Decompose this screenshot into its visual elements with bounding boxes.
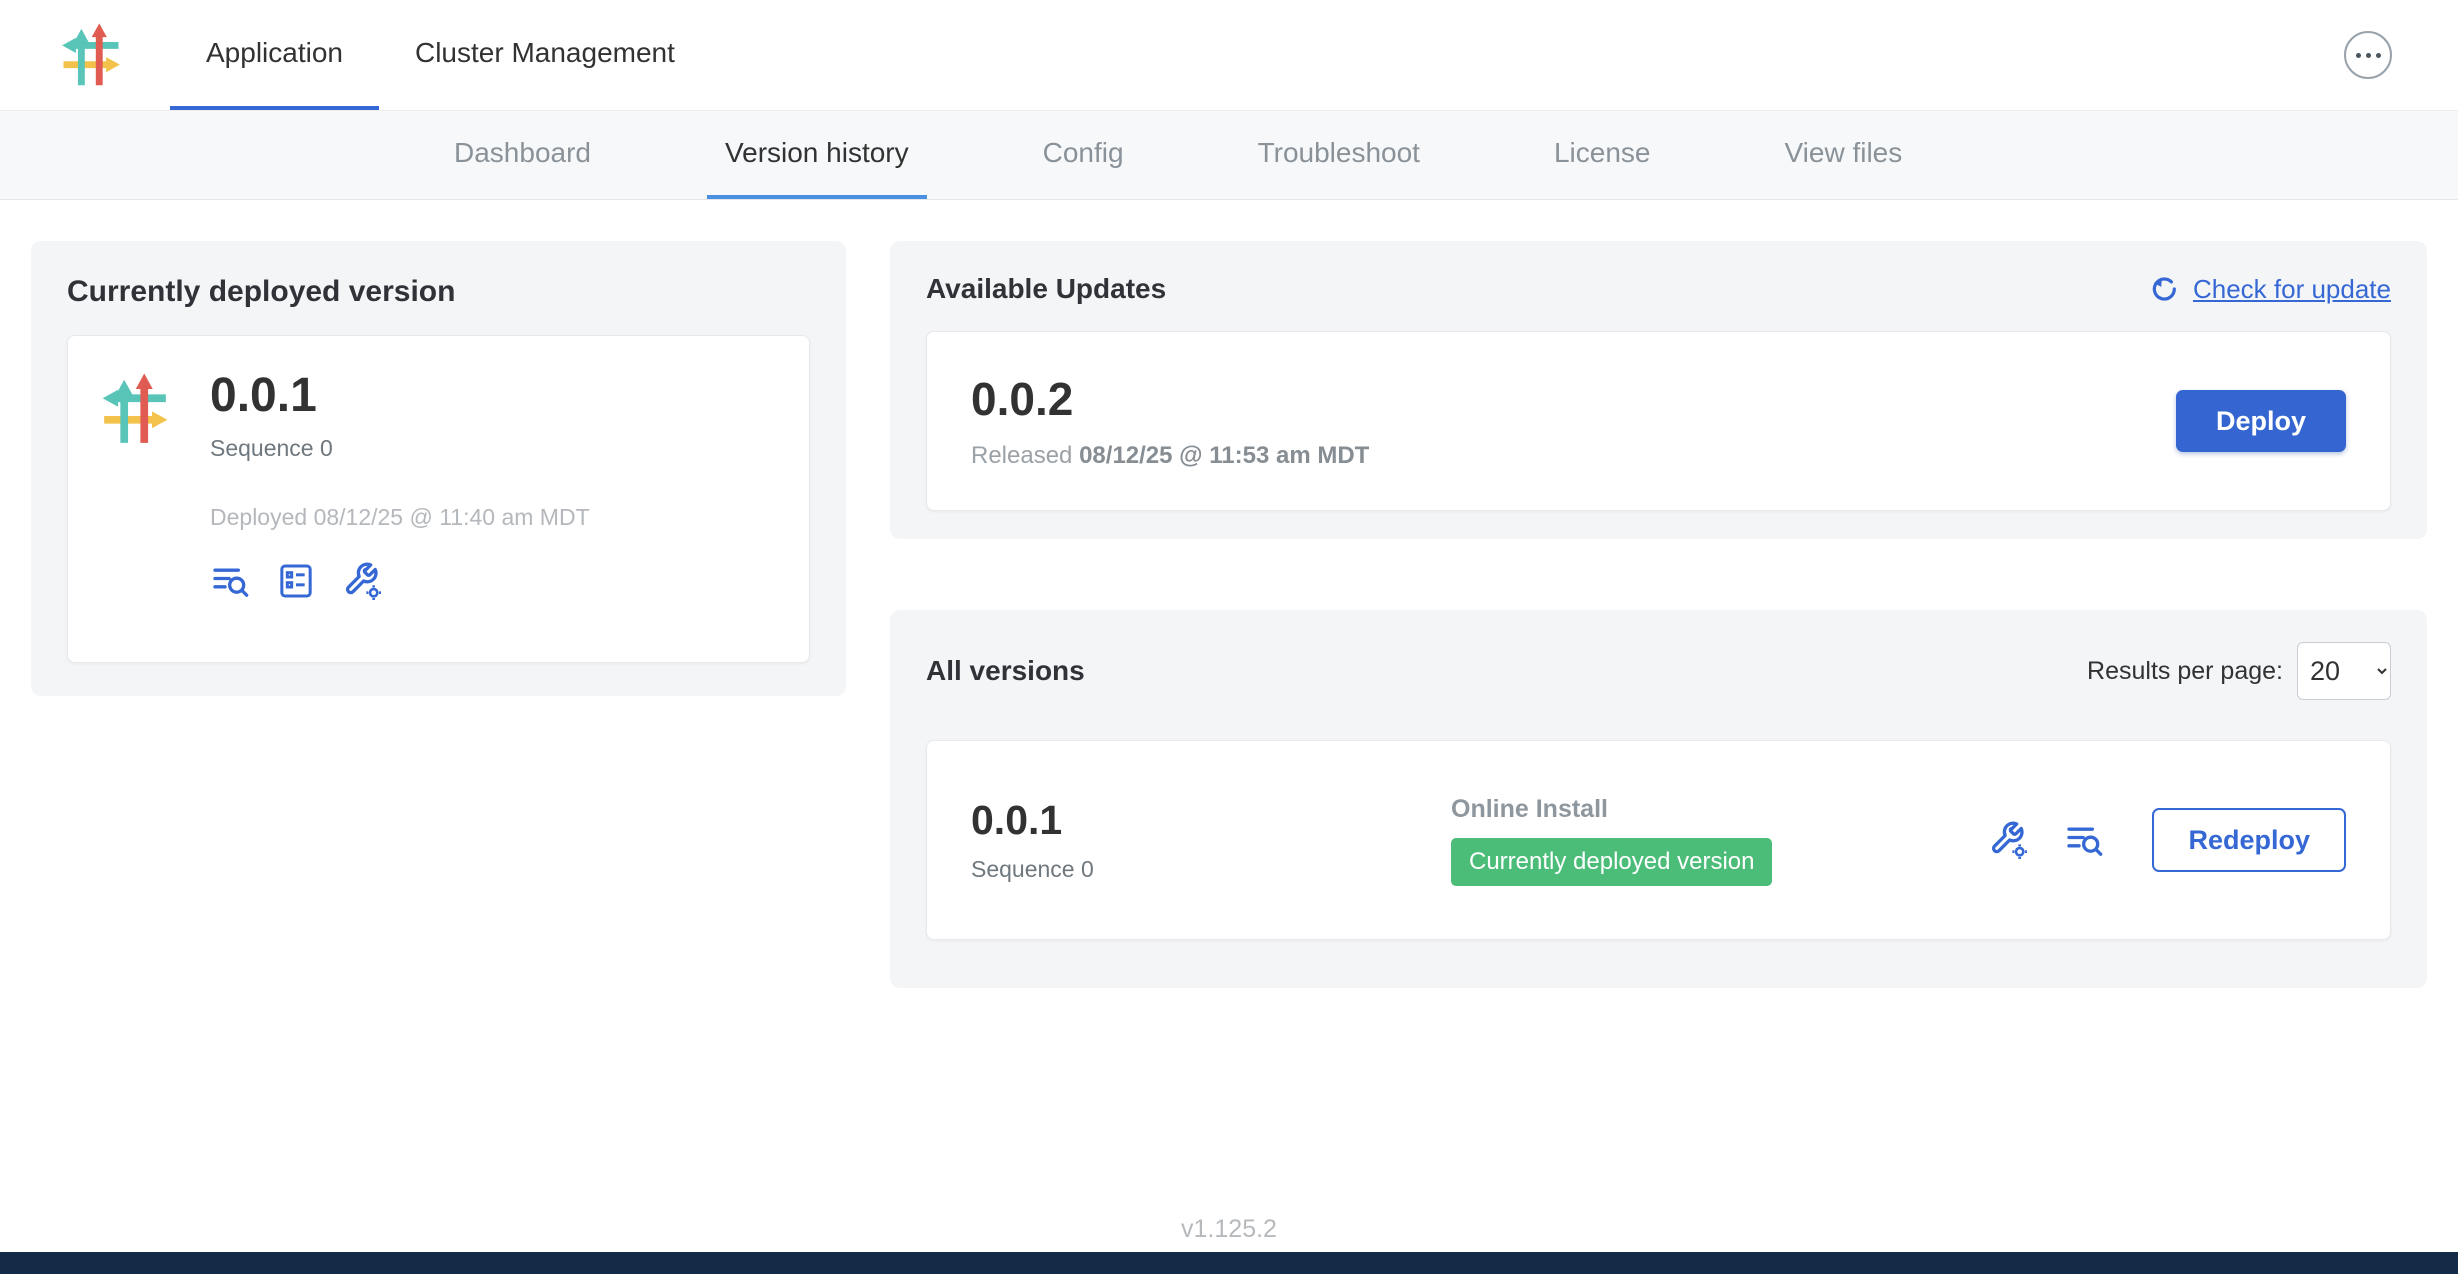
available-update-row: 0.0.2 Released 08/12/25 @ 11:53 am MDT D… [926, 331, 2391, 511]
preflight-checks-icon[interactable] [276, 561, 316, 601]
available-updates-header: Available Updates Check for update [926, 273, 2391, 305]
app-subnav: Dashboard Version history Config Trouble… [0, 111, 2458, 200]
deploy-logs-icon[interactable] [2064, 820, 2104, 860]
update-version-number: 0.0.2 [971, 372, 1369, 426]
deploy-button[interactable]: Deploy [2176, 390, 2346, 452]
deploy-logs-icon[interactable] [210, 561, 250, 601]
header-tabs: Application Cluster Management [170, 0, 711, 110]
check-for-update-link[interactable]: Check for update [2149, 273, 2391, 305]
results-per-page-select[interactable]: 20 [2297, 642, 2391, 700]
subnav-item-view-files[interactable]: View files [1766, 111, 1920, 199]
all-versions-card: All versions Results per page: 20 0.0.1 … [890, 610, 2427, 988]
update-info: 0.0.2 Released 08/12/25 @ 11:53 am MDT [971, 372, 1369, 470]
subnav-item-dashboard[interactable]: Dashboard [436, 111, 609, 199]
subnav-item-config[interactable]: Config [1025, 111, 1142, 199]
tab-cluster-management-label: Cluster Management [415, 37, 675, 69]
tab-cluster-management[interactable]: Cluster Management [379, 0, 711, 110]
current-version-actions [210, 561, 590, 601]
main-content: Currently deployed version 0.0.1 Sequenc… [0, 200, 2458, 1274]
version-row-actions: Redeploy [1988, 808, 2346, 872]
bottom-bar [0, 1252, 2458, 1274]
tab-application-label: Application [206, 37, 343, 69]
overflow-menu-button[interactable] [2344, 31, 2392, 79]
results-per-page: Results per page: 20 [2087, 642, 2391, 700]
app-logo-icon [58, 22, 124, 88]
currently-deployed-title: Currently deployed version [67, 275, 810, 309]
config-icon[interactable] [1988, 820, 2028, 860]
row-version-sequence: Sequence 0 [971, 856, 1451, 883]
current-version-deployed-date: Deployed 08/12/25 @ 11:40 am MDT [210, 504, 590, 531]
results-per-page-label: Results per page: [2087, 657, 2283, 686]
available-updates-title: Available Updates [926, 273, 1166, 305]
tab-application[interactable]: Application [170, 0, 379, 110]
currently-deployed-badge: Currently deployed version [1451, 838, 1772, 886]
subnav-item-troubleshoot[interactable]: Troubleshoot [1240, 111, 1438, 199]
ellipsis-icon [2356, 53, 2361, 58]
version-row-info: 0.0.1 Sequence 0 [971, 797, 1451, 883]
app-header: Application Cluster Management [0, 0, 2458, 111]
current-version-number: 0.0.1 [210, 368, 590, 423]
install-type-label: Online Install [1451, 795, 1988, 824]
current-version-info: 0.0.1 Sequence 0 Deployed 08/12/25 @ 11:… [210, 368, 590, 630]
all-versions-header: All versions Results per page: 20 [926, 642, 2391, 700]
version-row-status: Online Install Currently deployed versio… [1451, 795, 1988, 886]
console-version-label: v1.125.2 [0, 1215, 2458, 1244]
refresh-icon [2149, 273, 2181, 305]
redeploy-button[interactable]: Redeploy [2152, 808, 2346, 872]
available-updates-card: Available Updates Check for update 0.0.2… [890, 241, 2427, 539]
config-icon[interactable] [342, 561, 382, 601]
check-for-update-label: Check for update [2193, 274, 2391, 305]
all-versions-title: All versions [926, 655, 1085, 687]
currently-deployed-panel: 0.0.1 Sequence 0 Deployed 08/12/25 @ 11:… [67, 335, 810, 663]
currently-deployed-card: Currently deployed version 0.0.1 Sequenc… [31, 241, 846, 696]
app-logo-icon [98, 372, 172, 446]
row-version-number: 0.0.1 [971, 797, 1451, 844]
current-version-sequence: Sequence 0 [210, 435, 590, 462]
subnav-item-license[interactable]: License [1536, 111, 1669, 199]
update-released-date: Released 08/12/25 @ 11:53 am MDT [971, 442, 1369, 470]
subnav-item-version-history[interactable]: Version history [707, 111, 927, 199]
version-row: 0.0.1 Sequence 0 Online Install Currentl… [926, 740, 2391, 940]
